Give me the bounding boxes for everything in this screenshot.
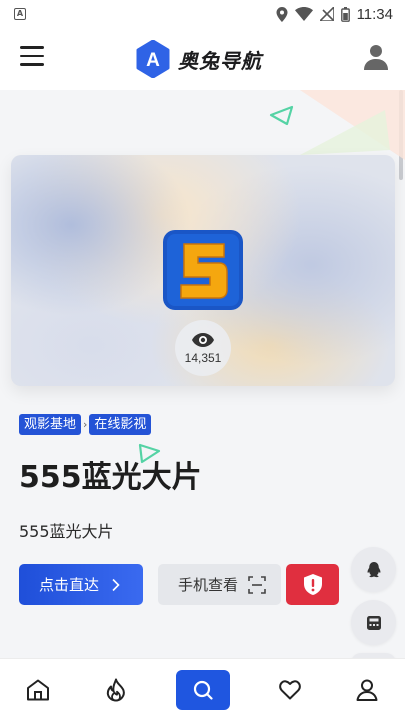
views-count: 14,351: [184, 350, 222, 365]
status-icons: 11:34: [276, 6, 393, 23]
brand-logo-icon: A: [136, 40, 170, 78]
breadcrumb-separator: ›: [83, 418, 88, 431]
breadcrumb: 观影基地 › 在线影视: [19, 414, 152, 435]
no-signal-icon: [319, 7, 334, 21]
calculator-button[interactable]: [351, 600, 396, 645]
location-icon: [276, 6, 288, 22]
shield-icon: [303, 574, 322, 595]
user-icon[interactable]: [364, 44, 388, 70]
nav-profile[interactable]: [345, 668, 389, 712]
status-app-icon: A: [14, 8, 26, 20]
wifi-icon: [294, 7, 313, 21]
status-time: 11:34: [356, 5, 393, 23]
brand-name: 奥兔导航: [178, 48, 262, 73]
status-bar: A 11:34: [0, 0, 405, 28]
decor-shape: [300, 90, 405, 160]
nav-search[interactable]: [176, 670, 230, 710]
calculator-icon: [366, 615, 381, 630]
nav-favorites[interactable]: [268, 668, 312, 712]
site-description: 555蓝光大片: [19, 522, 114, 541]
qr-scan-icon: [248, 575, 266, 594]
report-button[interactable]: [286, 564, 339, 605]
qq-button[interactable]: [351, 547, 396, 592]
mobile-view-label: 手机查看: [178, 576, 239, 594]
battery-icon: [340, 6, 350, 22]
mobile-view-button[interactable]: 手机查看: [158, 564, 281, 605]
views-badge: 14,351: [175, 320, 231, 376]
visit-button-label: 点击直达: [39, 576, 100, 594]
qq-icon: [367, 561, 380, 577]
app-header: A 奥兔导航: [0, 28, 405, 90]
home-icon: [27, 679, 49, 701]
hero-card[interactable]: 14,351: [11, 155, 395, 386]
menu-icon[interactable]: [20, 46, 44, 68]
bottom-nav: [0, 658, 405, 721]
search-icon: [193, 680, 213, 700]
nav-home[interactable]: [16, 668, 60, 712]
breadcrumb-item-category[interactable]: 观影基地: [19, 414, 82, 435]
content-area: 14,351 观影基地 › 在线影视 555蓝光大片 555蓝光大片 点击直达 …: [0, 90, 405, 658]
fire-icon: [106, 678, 125, 702]
visit-button[interactable]: 点击直达: [19, 564, 143, 605]
breadcrumb-item-subcategory[interactable]: 在线影视: [89, 414, 152, 435]
eye-icon: [192, 332, 214, 347]
app-5-icon: [163, 230, 243, 310]
profile-icon: [356, 679, 378, 701]
chevron-right-icon: [112, 578, 120, 591]
heart-icon: [279, 680, 301, 700]
brand[interactable]: A 奥兔导航: [134, 40, 262, 78]
page-title: 555蓝光大片: [19, 460, 202, 495]
decor-triangle: [269, 105, 294, 126]
nav-hot[interactable]: [94, 668, 138, 712]
brand-logo-letter: A: [146, 50, 160, 71]
